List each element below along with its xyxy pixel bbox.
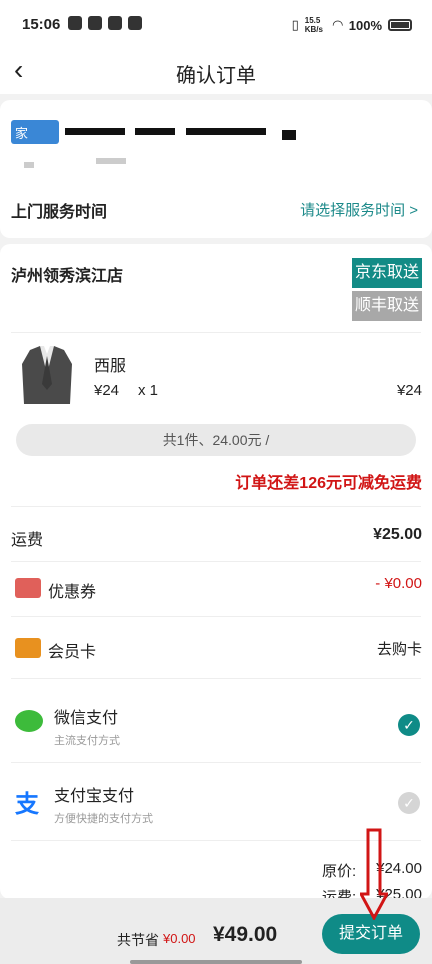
alipay-label: 支付宝支付	[54, 788, 135, 805]
coupon-value[interactable]: - ¥0.00	[375, 575, 422, 592]
battery-icon	[388, 19, 412, 31]
savings-label: 共节省	[117, 932, 159, 948]
redacted-address	[282, 130, 296, 140]
home-indicator[interactable]	[130, 960, 302, 964]
status-bar: 15:06 ▯ 15.5 KB/s ◠ 100%	[0, 0, 432, 50]
service-time-label: 上门服务时间	[11, 204, 108, 221]
store-name: 泸州领秀滨江店	[11, 268, 124, 285]
item-qty: x 1	[138, 382, 159, 399]
alipay-sub: 方便快捷的支付方式	[54, 813, 153, 825]
item-total: ¥24	[396, 382, 422, 399]
address-tag: 家	[11, 120, 59, 144]
status-right: ▯ 15.5 KB/s ◠ 100%	[292, 16, 412, 34]
order-summary: 共1件、24.00元 /	[16, 424, 416, 456]
free-shipping-notice: 订单还差126元可减免运费	[235, 475, 422, 492]
wifi-icon: ◠	[332, 17, 343, 32]
mail-icon	[68, 16, 82, 30]
page-title: 确认订单	[176, 65, 256, 87]
coupon-label: 优惠券	[48, 584, 97, 601]
shipping-label: 运费	[11, 532, 44, 549]
wechat-pay-sub: 主流支付方式	[54, 735, 120, 747]
annotation-arrow-icon	[360, 828, 388, 920]
alipay-check-icon[interactable]: ✓	[398, 792, 420, 814]
alipay-icon: 支	[15, 791, 39, 818]
wechat-check-icon[interactable]: ✓	[398, 714, 420, 736]
member-card-label: 会员卡	[48, 644, 97, 661]
divider	[11, 332, 421, 333]
divider	[11, 762, 421, 763]
status-icons	[68, 16, 142, 30]
original-price-label: 原价:	[322, 863, 357, 880]
order-card: 泸州领秀滨江店 京东取送 顺丰取送 西服 ¥24 x 1 ¥24 共1件、24.…	[0, 244, 432, 906]
member-card-value[interactable]: 去购卡	[377, 638, 422, 659]
sf-delivery-button[interactable]: 顺丰取送	[352, 291, 422, 321]
divider	[11, 616, 421, 617]
status-time: 15:06	[22, 16, 61, 33]
suit-image	[22, 346, 72, 404]
redacted-address	[186, 128, 266, 135]
item-price: ¥24	[94, 382, 120, 399]
vibrate-icon: ▯	[291, 17, 299, 32]
app2-icon	[108, 16, 122, 30]
submit-order-button[interactable]: 提交订单	[322, 914, 420, 954]
nav-bar: ‹ 确认订单	[0, 50, 432, 94]
redacted-address	[65, 128, 125, 135]
item-name: 西服	[94, 358, 127, 375]
savings-value: ¥0.00	[163, 931, 196, 946]
service-time-row[interactable]: 上门服务时间 请选择服务时间 >	[11, 196, 418, 221]
redacted-address	[96, 158, 126, 164]
net-speed: 15.5 KB/s	[304, 16, 323, 34]
member-card-icon	[15, 638, 41, 658]
divider	[11, 561, 421, 562]
app-icon	[88, 16, 102, 30]
redacted-address	[135, 128, 175, 135]
redacted-address	[24, 162, 34, 168]
divider	[11, 506, 421, 507]
app3-icon	[128, 16, 142, 30]
grand-total: ¥49.00	[213, 923, 278, 946]
address-card[interactable]: 家 上门服务时间 请选择服务时间 >	[0, 100, 432, 238]
jd-delivery-button[interactable]: 京东取送	[352, 258, 422, 288]
shipping-value[interactable]: ¥25.00	[373, 526, 422, 544]
wechat-pay-label: 微信支付	[54, 710, 119, 727]
coupon-icon	[15, 578, 41, 598]
service-time-link[interactable]: 请选择服务时间 >	[300, 199, 418, 220]
wechat-pay-icon	[15, 710, 43, 732]
battery-text: 100%	[348, 17, 382, 33]
divider	[11, 678, 421, 679]
